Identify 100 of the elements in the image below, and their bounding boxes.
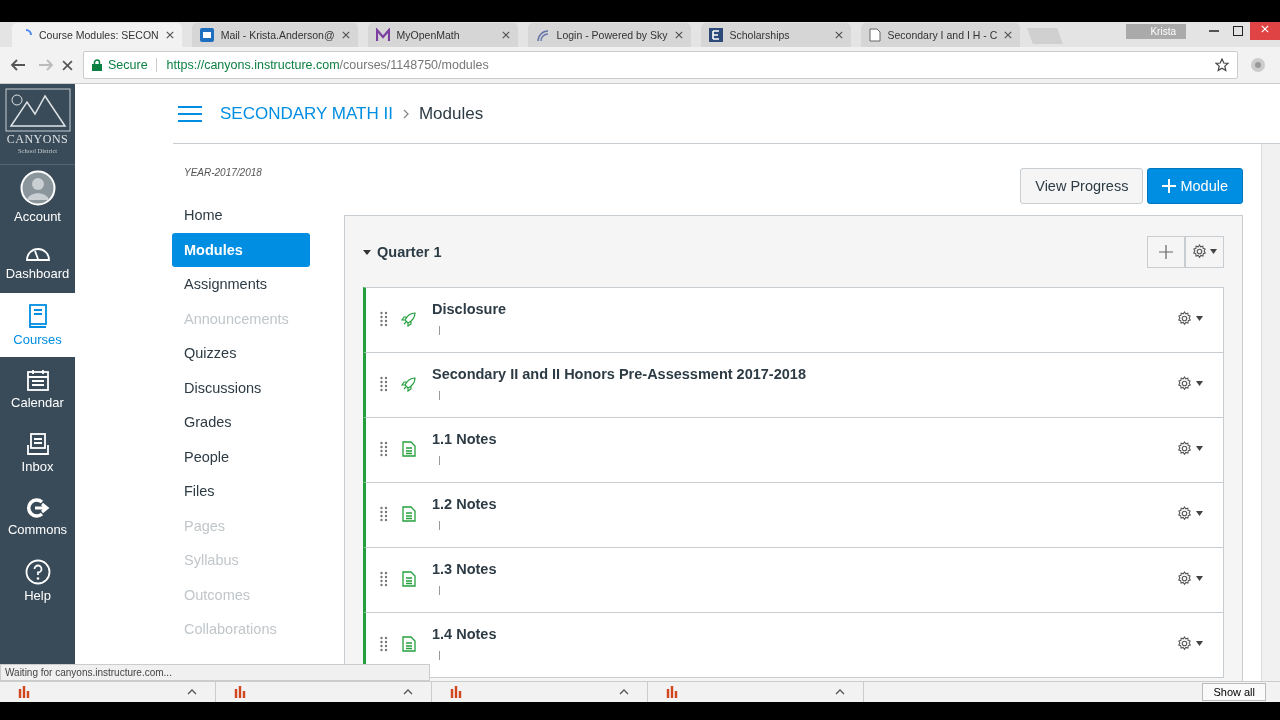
chevron-icon[interactable] [835,689,845,695]
inbox-icon [25,432,50,456]
plus-icon [1159,244,1173,259]
document-icon [868,28,881,42]
gear-icon [1177,311,1192,326]
item-settings-button[interactable] [1177,441,1203,456]
star-icon[interactable] [1215,58,1229,72]
browser-tab[interactable]: Scholarships [700,23,851,47]
close-icon[interactable] [501,31,510,39]
close-icon[interactable] [165,31,174,39]
stop-icon[interactable] [62,59,73,71]
module-item[interactable]: 1.3 Notes [363,548,1224,613]
close-icon[interactable] [674,31,683,39]
menu-icon[interactable] [178,104,202,123]
book-icon [26,303,49,329]
show-all-button[interactable]: Show all [1202,683,1266,701]
logo-title: CANYONS [6,132,69,147]
global-nav-item[interactable]: Courses [0,293,75,357]
module-item[interactable]: 1.4 Notes [363,613,1224,678]
commons-icon [25,497,50,519]
settings-button[interactable] [1185,235,1224,268]
module-item[interactable]: 1.2 Notes [363,483,1224,548]
document-icon [402,636,416,652]
pdf-icon [18,685,30,699]
course-nav-link[interactable]: Discussions [172,370,310,405]
item-title[interactable]: 1.4 Notes [432,626,497,642]
pdf-icon [666,685,678,699]
browser-tab[interactable]: Course Modules: SECON [12,23,182,47]
calendar-icon [25,368,50,392]
close-icon[interactable] [341,31,350,39]
module-item[interactable]: Disclosure [363,287,1224,353]
module-title: Quarter 1 [377,243,442,260]
global-nav-item[interactable]: Account [0,165,75,229]
course-nav-link[interactable]: Home [172,198,310,233]
caret-icon [1196,511,1203,516]
e-logo-icon [708,28,723,42]
caret-icon [1196,446,1203,451]
caret-icon [1210,249,1217,254]
global-nav-item[interactable]: Inbox [0,421,75,485]
lock-icon [92,59,102,71]
chevron-icon[interactable] [403,689,413,695]
caret-icon[interactable] [363,247,371,256]
item-title[interactable]: 1.1 Notes [432,431,497,447]
view-progress-button[interactable]: View Progress [1020,168,1144,204]
help-icon [24,559,51,585]
browser-tab[interactable]: Login - Powered by Sky [527,23,691,47]
document-icon [402,571,416,587]
item-settings-button[interactable] [1177,571,1203,586]
item-title[interactable]: Secondary II and II Honors Pre-Assessment 2017-2018 [432,366,806,382]
scrollbar[interactable] [1261,144,1280,681]
gear-icon [1177,441,1192,456]
course-nav-link[interactable]: Quizzes [172,336,310,371]
course-nav-link[interactable]: Modules [172,232,310,267]
chevron-icon[interactable] [187,689,197,695]
document-icon [402,506,416,522]
plus-icon [1162,179,1177,193]
global-nav-item[interactable]: Dashboard [0,229,75,293]
item-settings-button[interactable] [1177,506,1203,521]
global-nav-item[interactable]: Help [0,549,75,613]
term-label: YEAR-2017/2018 [183,167,263,178]
item-title[interactable]: Disclosure [432,301,507,317]
mail-icon [199,28,214,42]
gear-icon [1177,571,1192,586]
add-module-button[interactable]: Module [1147,168,1243,204]
browser-tab[interactable]: MyOpenMath [367,23,518,47]
course-nav-link[interactable]: People [172,439,310,474]
course-nav-link[interactable]: Assignments [172,267,310,302]
gear-icon [1177,506,1192,521]
global-nav-item[interactable]: Calendar [0,357,75,421]
pdf-icon [234,685,246,699]
caret-icon [1196,576,1203,581]
breadcrumb-link[interactable]: SECONDARY MATH II [220,103,393,124]
address-bar[interactable]: Secure https://canyons.instructure.com/courses/1148750/modules [83,51,1238,79]
pdf-icon [450,685,462,699]
rocket-icon [401,311,417,327]
browser-tab[interactable]: Mail - Krista.Anderson@ [191,23,358,47]
item-settings-button[interactable] [1177,376,1203,391]
document-icon [402,441,416,457]
browser-tab[interactable]: Secondary I and I H - C [860,23,1021,47]
gear-icon [1177,636,1192,651]
gear-icon [1177,376,1192,391]
extension-icon[interactable] [1250,57,1266,73]
module-item[interactable]: Secondary II and II Honors Pre-Assessment 2017-2018 [363,353,1224,418]
chevron-icon[interactable] [619,689,629,695]
close-icon[interactable] [834,31,843,39]
course-nav-link[interactable]: Files [172,474,310,509]
item-title[interactable]: 1.2 Notes [432,496,497,512]
status-text: Waiting for canyons.instructure.com... [0,664,430,681]
breadcrumb-current: Modules [418,103,484,124]
secure-label: Secure [108,58,157,72]
close-icon[interactable] [1004,31,1013,39]
course-nav-link[interactable]: Grades [172,405,310,440]
global-nav-item[interactable]: Commons [0,485,75,549]
module-item[interactable]: 1.1 Notes [363,418,1224,483]
item-title[interactable]: 1.3 Notes [432,561,497,577]
close-button[interactable] [1250,22,1280,40]
mountain-icon [4,88,71,132]
item-settings-button[interactable] [1177,636,1203,651]
avatar-icon [19,170,56,206]
item-settings-button[interactable] [1177,311,1203,326]
